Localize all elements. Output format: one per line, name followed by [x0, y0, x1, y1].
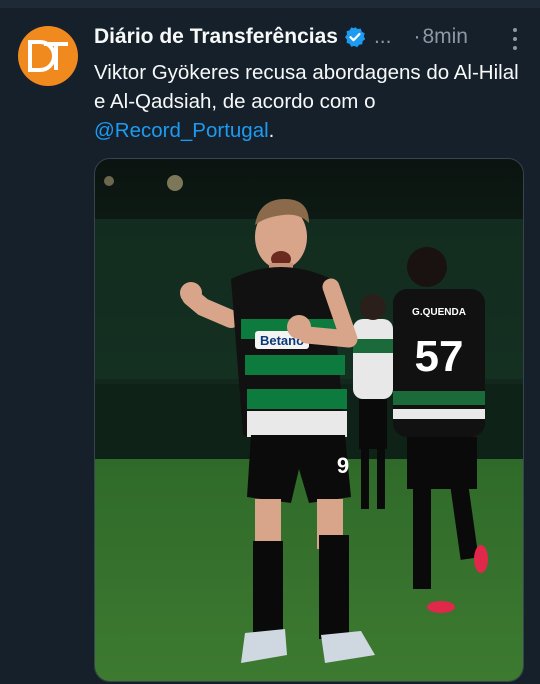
avatar[interactable]	[18, 26, 78, 86]
name-ellipsis: ...	[373, 25, 392, 48]
back-number-text: 57	[415, 332, 464, 381]
tweet-text: Viktor Gyökeres recusa abordagens do Al-…	[94, 58, 524, 145]
back-name-text: G.QUENDA	[412, 307, 466, 318]
verified-badge-icon	[344, 26, 366, 48]
dt-logo-icon	[28, 40, 68, 72]
tweet-card[interactable]: Diário de Transferências ... · 8min Vikt…	[0, 8, 540, 684]
football-photo: G.QUENDA 57 Betano 9	[95, 159, 523, 681]
tweet-text-body: Viktor Gyökeres recusa abordagens do Al-…	[94, 61, 519, 113]
top-divider	[0, 0, 540, 8]
tweet-header: Diário de Transferências ... · 8min	[94, 22, 526, 52]
tweet-text-end: .	[268, 119, 275, 142]
more-options-icon[interactable]	[508, 28, 522, 50]
tweet-photo[interactable]: G.QUENDA 57 Betano 9	[94, 158, 524, 682]
separator-dot: ·	[413, 25, 421, 48]
author-name[interactable]: Diário de Transferências	[94, 22, 338, 52]
timestamp[interactable]: 8min	[422, 22, 468, 52]
front-number-text: 9	[337, 453, 349, 478]
mention-link[interactable]: @Record_Portugal	[94, 119, 269, 142]
